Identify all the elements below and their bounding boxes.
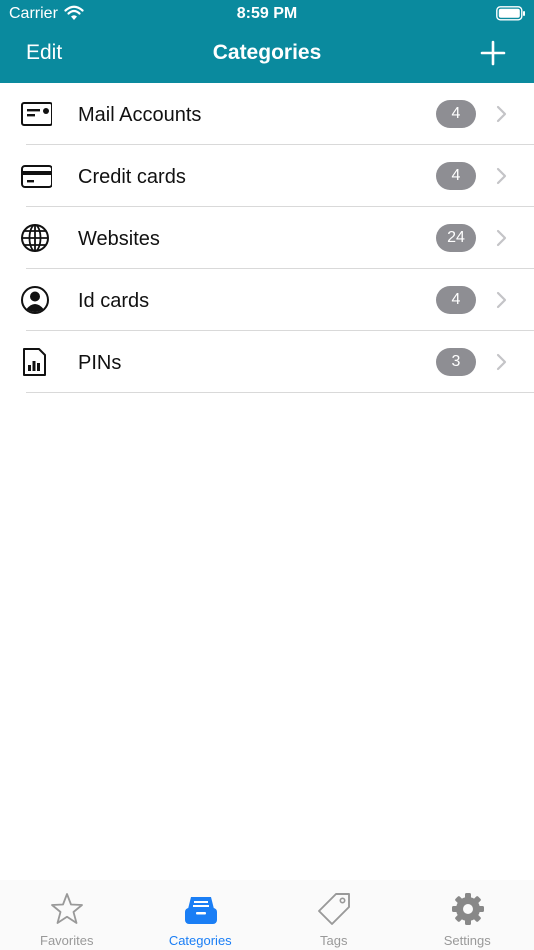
gear-icon: [451, 893, 484, 925]
add-icon[interactable]: [478, 38, 508, 68]
chevron-right-icon: [496, 229, 507, 247]
category-label: PINs: [78, 352, 122, 374]
count-badge: 3: [436, 348, 476, 376]
tab-label: Tags: [320, 933, 348, 948]
tray-icon: [184, 897, 217, 924]
category-list: Mail Accounts 4 Credit cards 4 Websites …: [0, 83, 534, 393]
category-label: Id cards: [78, 290, 150, 312]
count-badge: 4: [436, 162, 476, 190]
category-row-mail-accounts[interactable]: Mail Accounts 4: [0, 83, 534, 145]
nav-bar: Edit Categories: [0, 32, 534, 78]
count-badge: 24: [436, 224, 476, 252]
tab-favorites[interactable]: Favorites: [0, 880, 134, 950]
status-time: 8:59 PM: [236, 5, 298, 22]
category-row-credit-cards[interactable]: Credit cards 4: [0, 145, 534, 207]
category-label: Websites: [78, 228, 160, 250]
count-badge: 4: [436, 100, 476, 128]
status-bar: Carrier 8:59 PM: [0, 0, 534, 28]
tab-bar: Favorites Categories Tags Settings: [0, 880, 534, 950]
person-circle-icon: [21, 286, 49, 314]
chevron-right-icon: [496, 105, 507, 123]
category-row-id-cards[interactable]: Id cards 4: [0, 269, 534, 331]
tab-label: Favorites: [40, 933, 94, 948]
tab-label: Categories: [168, 933, 232, 948]
tag-icon: [318, 893, 350, 925]
mail-card-icon: [21, 102, 52, 126]
star-icon: [51, 893, 83, 924]
sim-card-icon: [23, 348, 46, 376]
category-row-websites[interactable]: Websites 24: [0, 207, 534, 269]
battery-icon: [496, 6, 525, 21]
chevron-right-icon: [496, 167, 507, 185]
category-label: Credit cards: [78, 166, 186, 188]
category-row-pins[interactable]: PINs 3: [0, 331, 534, 393]
tab-categories[interactable]: Categories: [134, 880, 268, 950]
category-label: Mail Accounts: [78, 104, 202, 126]
tab-settings[interactable]: Settings: [401, 880, 534, 950]
chevron-right-icon: [496, 353, 507, 371]
tab-label: Settings: [443, 933, 491, 948]
globe-icon: [21, 224, 49, 252]
count-badge: 4: [436, 286, 476, 314]
chevron-right-icon: [496, 291, 507, 309]
credit-card-icon: [21, 165, 52, 188]
header: Carrier 8:59 PM Edit Categories: [0, 0, 534, 83]
page-title: Categories: [212, 41, 322, 64]
tab-tags[interactable]: Tags: [267, 880, 401, 950]
